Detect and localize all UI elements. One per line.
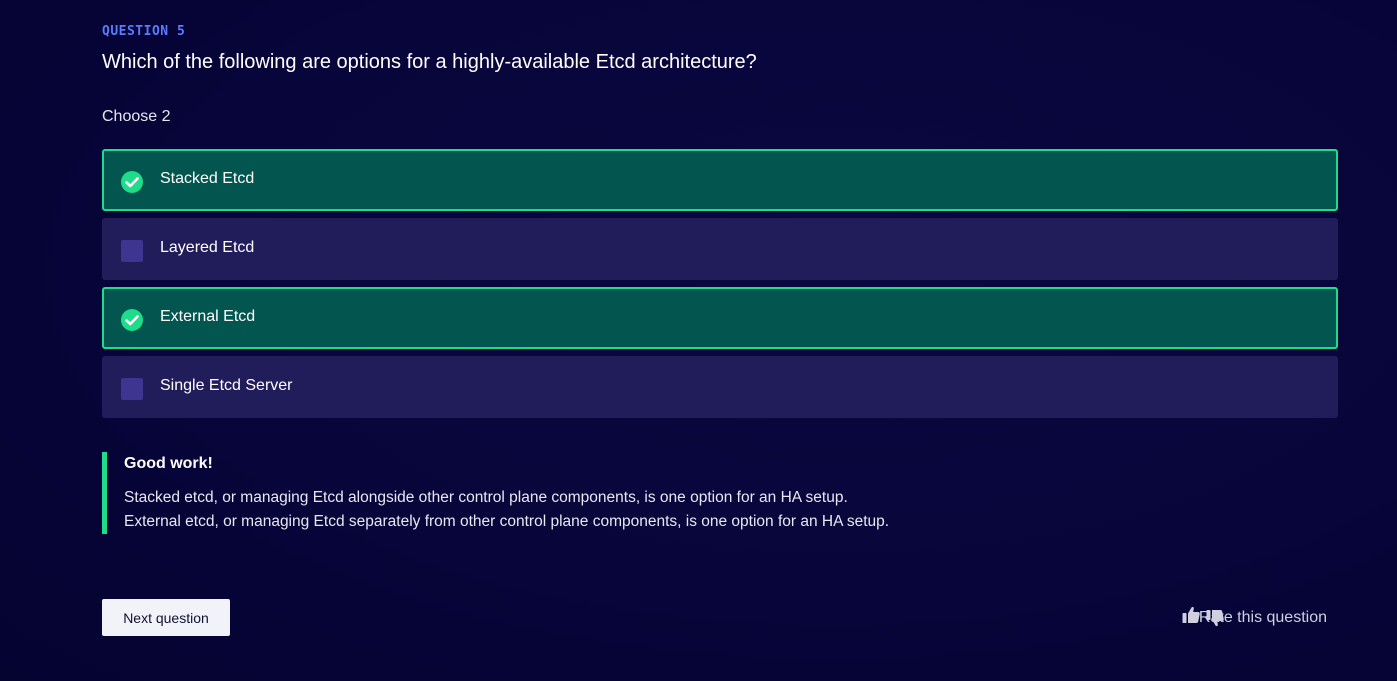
answer-option-label: External Etcd: [160, 308, 256, 325]
feedback-explanation-line: Stacked etcd, or managing Etcd alongside…: [124, 489, 848, 506]
answer-option-layered-etcd[interactable]: Layered Etcd: [102, 218, 1338, 280]
rate-question-link[interactable]: Rate this question: [1199, 609, 1327, 627]
checkbox-empty-icon: [121, 240, 143, 262]
checkbox-empty-icon: [121, 378, 143, 400]
feedback-explanation-line: External etcd, or managing Etcd separate…: [124, 513, 890, 530]
answer-option-label: Stacked Etcd: [160, 170, 255, 187]
question-instruction: Choose 2: [102, 108, 171, 125]
rate-question-area: Rate this question: [1137, 605, 1337, 631]
answer-options: Stacked Etcd Layered Etcd External Etcd …: [102, 149, 1338, 425]
answer-option-label: Layered Etcd: [160, 239, 255, 256]
question-number: QUESTION 5: [102, 24, 186, 39]
feedback-panel: Good work! Stacked etcd, or managing Etc…: [102, 452, 1002, 534]
answer-option-label: Single Etcd Server: [160, 377, 293, 394]
question-title: Which of the following are options for a…: [102, 51, 757, 73]
check-circle-icon: [121, 171, 143, 193]
next-question-button[interactable]: Next question: [102, 599, 230, 636]
answer-option-external-etcd[interactable]: External Etcd: [102, 287, 1338, 349]
answer-option-stacked-etcd[interactable]: Stacked Etcd: [102, 149, 1338, 211]
feedback-title: Good work!: [124, 455, 213, 472]
answer-option-single-etcd-server[interactable]: Single Etcd Server: [102, 356, 1338, 418]
check-circle-icon: [121, 309, 143, 331]
